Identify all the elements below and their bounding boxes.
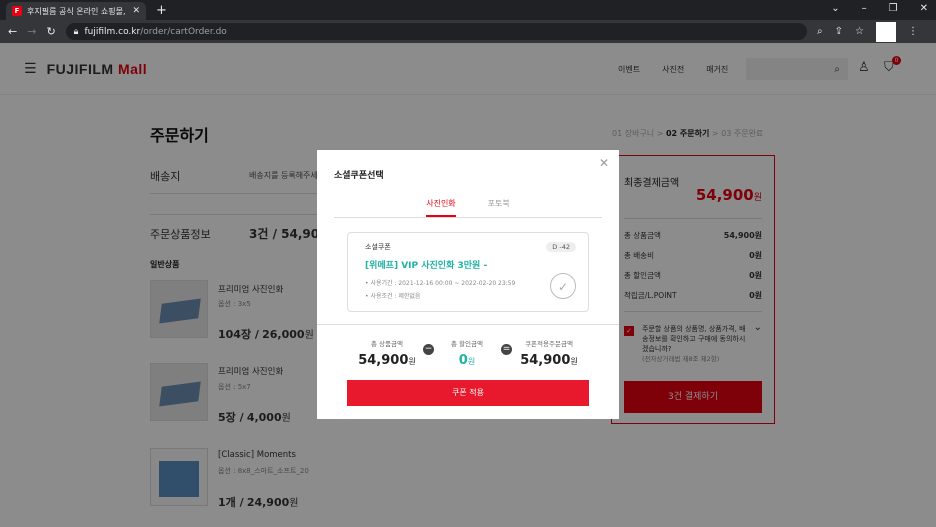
zoom-icon[interactable]: ⌕ — [817, 26, 823, 37]
apply-coupon-button[interactable]: 쿠폰 적용 — [347, 380, 589, 406]
summary-discount: 총 할인금액 0원 — [451, 340, 483, 368]
close-window-icon[interactable]: ✕ — [920, 3, 928, 14]
lock-icon: 🔒︎ — [73, 26, 79, 37]
coupon-card[interactable]: 소셜쿠폰 D -42 [위메프] VIP 사진인화 3만원 - • 사용기간 :… — [347, 232, 589, 312]
close-tab-icon[interactable]: ✕ — [132, 6, 140, 16]
reload-icon[interactable]: ↻ — [46, 25, 55, 38]
url-field[interactable]: 🔒︎ fujifilm.co.kr/order/cartOrder.do — [65, 23, 808, 40]
tab-title: 후지필름 공식 온라인 쇼핑몰, 포 — [27, 6, 128, 16]
coupon-period: • 사용기간 : 2021-12-16 00:00 ~ 2022-02-20 2… — [365, 280, 516, 287]
new-tab-icon[interactable]: + — [156, 3, 167, 18]
coupon-condition: • 사용조건 : 제한없음 — [365, 293, 421, 300]
fujifilm-favicon-icon: F — [12, 6, 22, 16]
browser-tab[interactable]: F 후지필름 공식 온라인 쇼핑몰, 포 ✕ — [6, 2, 146, 20]
coupon-select-check-icon[interactable]: ✓ — [550, 273, 576, 299]
bookmark-star-icon[interactable]: ☆ — [855, 26, 864, 37]
back-icon[interactable]: ← — [8, 25, 17, 38]
window-controls: ⌄ – ❐ ✕ — [831, 3, 928, 14]
coupon-tabs: 사진인화 포토북 — [334, 198, 602, 218]
coupon-name: [위메프] VIP 사진인화 3만원 - — [365, 261, 488, 271]
minimize-icon[interactable]: – — [862, 3, 867, 14]
summary-total: 총 상품금액 54,900원 — [358, 340, 416, 368]
tab-photo-print[interactable]: 사진인화 — [426, 198, 456, 217]
tab-photobook[interactable]: 포토북 — [488, 198, 510, 217]
browser-tabbar: F 후지필름 공식 온라인 쇼핑몰, 포 ✕ + ⌄ – ❐ ✕ — [0, 0, 936, 20]
profile-avatar[interactable] — [876, 21, 896, 42]
dday-badge: D -42 — [546, 242, 576, 252]
close-icon[interactable]: ✕ — [599, 156, 609, 170]
url-path: /order/cartOrder.do — [140, 26, 227, 37]
modal-title: 소셜쿠폰선택 — [334, 171, 384, 181]
maximize-icon[interactable]: ❐ — [889, 3, 898, 14]
divider — [317, 324, 619, 325]
address-bar: ← → ↻ 🔒︎ fujifilm.co.kr/order/cartOrder.… — [0, 20, 936, 43]
chevron-down-icon[interactable]: ⌄ — [831, 3, 839, 14]
url-host: fujifilm.co.kr — [84, 26, 141, 37]
summary-applied: 쿠폰적용주문금액 54,900원 — [520, 340, 578, 368]
browser-menu-icon[interactable]: ⋮ — [908, 26, 918, 37]
forward-icon[interactable]: → — [27, 25, 36, 38]
coupon-type: 소셜쿠폰 — [365, 243, 391, 251]
share-icon[interactable]: ⇪ — [835, 26, 843, 37]
social-coupon-modal: 소셜쿠폰선택 ✕ 사진인화 포토북 소셜쿠폰 D -42 [위메프] VIP 사… — [317, 150, 619, 419]
